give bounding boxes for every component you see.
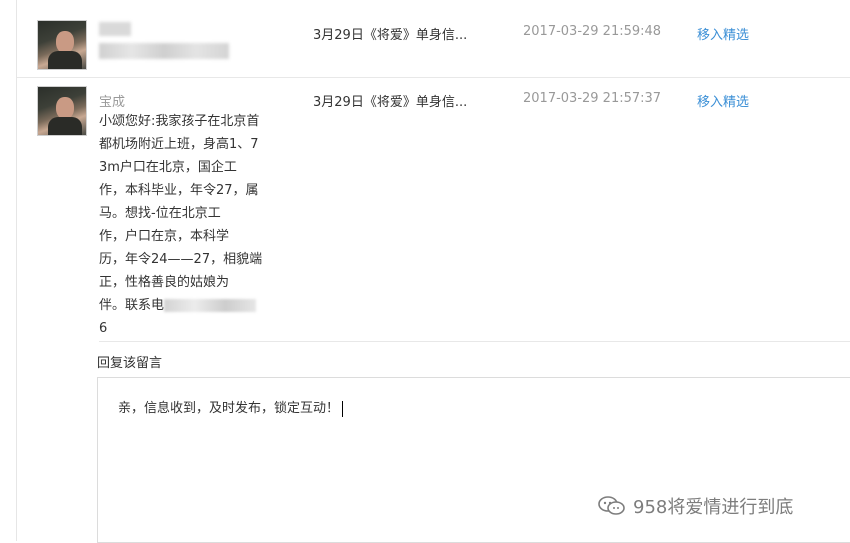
message-line: 伴。联系电 — [99, 294, 279, 317]
message-line: 6 — [99, 321, 108, 336]
avatar[interactable] — [37, 20, 87, 70]
move-to-featured-link[interactable]: 移入精选 — [697, 24, 749, 43]
message-line: 历，年令24——27，相貌端 — [99, 252, 263, 267]
message-line: 作，户口在京，本科学 — [99, 229, 230, 244]
avatar-body — [48, 117, 82, 135]
message-line: 正，性格善良的姑娘为 — [99, 275, 230, 290]
message-topic[interactable]: 3月29日《将爱》单身信... — [313, 91, 467, 110]
avatar-face — [56, 97, 74, 119]
message-line: 都机场附近上班，身高1、7 — [99, 137, 259, 152]
divider — [99, 341, 850, 342]
reply-content: 亲，信息收到，及时发布，锁定互动！ — [118, 401, 340, 416]
redacted-phone — [164, 299, 257, 312]
redacted-message — [99, 43, 229, 59]
message-line: 作，本科毕业，年令27，属 — [99, 183, 259, 198]
avatar[interactable] — [37, 86, 87, 136]
message-time: 2017-03-29 21:59:48 — [523, 24, 662, 39]
message-line-text: 伴。联系电 — [99, 298, 165, 313]
message-line: 3m户口在北京，国企工 — [99, 160, 237, 175]
message-line: 马。想找-位在北京工 — [99, 206, 221, 221]
text-caret — [342, 400, 344, 417]
message-row: 3月29日《将爱》单身信... 2017-03-29 21:59:48 移入精选 — [17, 0, 850, 78]
message-body: 小颂您好:我家孩子在北京首 都机场附近上班，身高1、7 3m户口在北京，国企工 … — [99, 110, 279, 340]
reply-text[interactable]: 亲，信息收到，及时发布，锁定互动！ — [118, 397, 344, 417]
reply-label: 回复该留言 — [97, 356, 163, 371]
wechat-icon — [598, 496, 625, 515]
message-topic[interactable]: 3月29日《将爱》单身信... — [313, 24, 467, 43]
avatar-face — [56, 31, 74, 53]
watermark-text: 958将爱情进行到底 — [633, 497, 794, 518]
message-line: 小颂您好:我家孩子在北京首 — [99, 114, 260, 129]
watermark: 958将爱情进行到底 — [597, 493, 793, 519]
avatar-body — [48, 51, 82, 69]
redacted-username — [99, 22, 131, 36]
username: 宝成 — [99, 95, 126, 110]
message-time: 2017-03-29 21:57:37 — [523, 91, 662, 106]
move-to-featured-link[interactable]: 移入精选 — [697, 91, 749, 110]
message-row: 宝成 小颂您好:我家孩子在北京首 都机场附近上班，身高1、7 3m户口在北京，国… — [17, 78, 850, 543]
